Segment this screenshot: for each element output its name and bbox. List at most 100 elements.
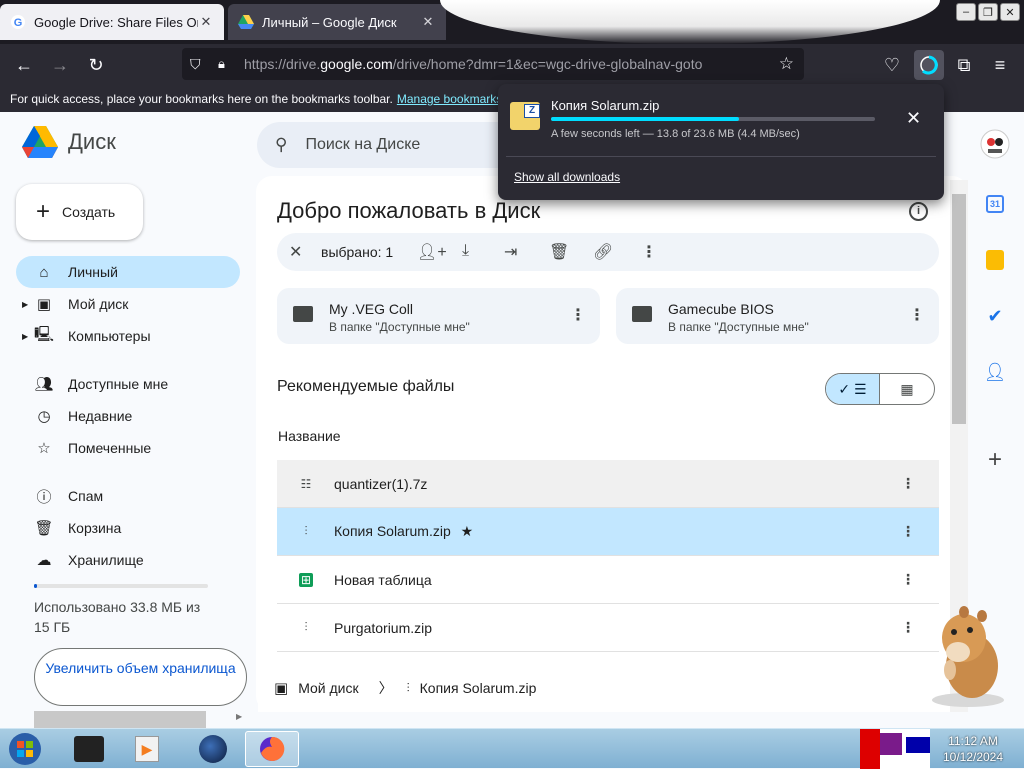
folder-card[interactable]: My .VEG Coll В папке "Доступные мне" ⋮	[277, 288, 600, 344]
search-input[interactable]: ⚲ Поиск на Диске	[257, 122, 507, 168]
url-bar[interactable]: ⛉ 🔒︎ https://drive.google.com/drive/home…	[182, 48, 804, 80]
table-row[interactable]: ⫶ Копия Solarum.zip ★ ⋮	[277, 508, 939, 556]
more-options-icon[interactable]: ⋮	[641, 242, 657, 262]
shared-folder-icon	[293, 306, 313, 322]
avatar[interactable]	[976, 129, 1014, 159]
add-app-icon[interactable]: +	[976, 446, 1014, 474]
tasks-icon[interactable]: ✔	[976, 302, 1014, 330]
sidebar-item-label: Компьютеры	[68, 328, 151, 344]
downloads-panel: Z Копия Solarum.zip A few seconds left —…	[498, 84, 944, 200]
drive-logo-icon	[22, 126, 58, 158]
storage-bar	[34, 584, 208, 588]
shared-folder-icon	[632, 306, 652, 322]
minimize-button[interactable]: –	[956, 3, 976, 21]
reload-icon[interactable]: ↻	[84, 53, 108, 77]
delete-icon[interactable]: 🗑︎	[549, 242, 569, 262]
tab-drive-personal[interactable]: Личный – Google Диск ✕	[228, 4, 446, 40]
sidebar-item-spam[interactable]: ⓘ Спам	[16, 480, 240, 512]
more-options-icon[interactable]: ⋮	[901, 619, 915, 636]
sidebar-item-label: Спам	[68, 488, 104, 504]
close-tab-icon[interactable]: ✕	[420, 14, 436, 30]
star-icon: ☆	[37, 440, 51, 457]
show-all-downloads-link[interactable]: Show all downloads	[514, 170, 620, 184]
sidebar-item-my-drive[interactable]: ▶ ▣ Мой диск	[16, 288, 240, 320]
view-toggle: ✓ ☰ ▦	[825, 373, 935, 405]
more-options-icon[interactable]: ⋮	[901, 523, 915, 540]
globe-icon[interactable]	[186, 731, 240, 767]
bookmark-star-icon[interactable]: ☆	[779, 54, 794, 74]
breadcrumb-file[interactable]: Копия Solarum.zip	[420, 680, 537, 696]
create-button[interactable]: + Создать	[16, 184, 143, 240]
media-player-icon[interactable]: ▶	[120, 731, 174, 767]
scroll-right-arrow-icon[interactable]: ▶	[236, 712, 242, 721]
sidebar-item-storage[interactable]: ☁︎ Хранилище	[16, 544, 240, 576]
close-window-button[interactable]: ✕	[1000, 3, 1020, 21]
sidebar-item-label: Хранилище	[68, 552, 144, 568]
table-row[interactable]: ☷ quantizer(1).7z ⋮	[277, 460, 939, 508]
expand-arrow-icon[interactable]: ▶	[22, 332, 28, 341]
tray-icon	[860, 729, 880, 769]
move-icon[interactable]: ⇥	[504, 242, 517, 262]
list-view-button[interactable]: ✓ ☰	[826, 374, 881, 404]
more-options-icon[interactable]: ⋮	[909, 305, 925, 325]
sidebar-item-trash[interactable]: 🗑︎ Корзина	[16, 512, 240, 544]
firefox-taskbar-icon[interactable]	[245, 731, 299, 767]
more-options-icon[interactable]: ⋮	[901, 475, 915, 492]
sidebar-item-label: Помеченные	[68, 440, 152, 456]
system-clock[interactable]: 11:12 AM 10/12/2024	[930, 733, 1016, 765]
start-button[interactable]	[0, 731, 50, 767]
maximize-button[interactable]: ❐	[978, 3, 998, 21]
selection-toolbar: ✕ выбрано: 1 👤︎+ ⤓ ⇥ 🗑︎ 🔗︎ ⋮	[277, 233, 939, 271]
folder-card[interactable]: Gamecube BIOS В папке "Доступные мне" ⋮	[616, 288, 939, 344]
tab-google-drive-share[interactable]: G Google Drive: Share Files Online ✕	[0, 4, 224, 40]
sidebar-item-starred[interactable]: ☆ Помеченные	[16, 432, 240, 464]
selected-count: выбрано: 1	[321, 244, 394, 260]
calendar-icon[interactable]: 31	[976, 190, 1014, 218]
scroll-thumb[interactable]	[952, 194, 966, 424]
extensions-icon[interactable]: ⧉	[952, 53, 976, 77]
link-icon[interactable]: 🔗︎	[593, 242, 613, 262]
zip-archive-icon: Z	[510, 102, 540, 130]
download-icon[interactable]: ⤓	[462, 242, 469, 260]
contacts-icon[interactable]: 👤︎	[976, 358, 1014, 386]
more-options-icon[interactable]: ⋮	[901, 571, 915, 588]
lock-icon[interactable]: 🔒︎	[218, 56, 225, 72]
share-icon[interactable]: 👤︎+	[417, 242, 447, 262]
sidebar-item-recent[interactable]: ◷ Недавние	[16, 400, 240, 432]
more-options-icon[interactable]: ⋮	[570, 305, 586, 325]
table-row[interactable]: ⫶ Purgatorium.zip ⋮	[277, 604, 939, 652]
file-name: Новая таблица	[334, 571, 432, 588]
taskbar-app-icon[interactable]	[62, 731, 116, 767]
table-row[interactable]: ⊞ Новая таблица ⋮	[277, 556, 939, 604]
expand-arrow-icon[interactable]: ▶	[22, 300, 28, 309]
sidebar-item-shared[interactable]: 👥︎ Доступные мне	[16, 368, 240, 400]
pocket-icon[interactable]: ♡	[880, 53, 904, 77]
manage-bookmarks-link[interactable]: Manage bookmarks...	[397, 92, 512, 106]
downloads-icon[interactable]	[914, 50, 944, 80]
upgrade-storage-button[interactable]: Увеличить объем хранилища	[34, 648, 247, 706]
download-progress-fill	[551, 117, 739, 121]
grid-view-button[interactable]: ▦	[880, 374, 934, 404]
info-icon[interactable]: i	[909, 202, 928, 221]
breadcrumb-root[interactable]: Мой диск	[298, 680, 358, 696]
menu-icon[interactable]: ≡	[988, 53, 1012, 77]
page-title: Добро пожаловать в Диск	[277, 198, 541, 223]
close-tab-icon[interactable]: ✕	[198, 14, 214, 30]
drive-logo[interactable]: Диск	[22, 126, 116, 158]
back-icon[interactable]: ←	[12, 53, 36, 77]
shield-icon[interactable]: ⛉	[190, 56, 201, 73]
google-icon: G	[11, 15, 25, 29]
sidebar-item-computers[interactable]: ▶ 🖳︎ Компьютеры	[16, 320, 240, 352]
column-header-name[interactable]: Название	[278, 428, 341, 444]
forward-icon[interactable]: →	[48, 53, 72, 77]
clear-selection-icon[interactable]: ✕	[289, 242, 302, 262]
zip-file-icon: ⫶	[304, 524, 308, 538]
download-file-name[interactable]: Копия Solarum.zip	[551, 98, 659, 113]
cancel-download-icon[interactable]: ✕	[906, 108, 921, 129]
sidebar-item-home[interactable]: ⌂ Личный	[16, 256, 240, 288]
horizontal-scrollbar[interactable]	[34, 711, 206, 728]
home-icon: ⌂	[39, 263, 49, 281]
download-progress-bar	[551, 117, 875, 121]
my-drive-icon: ▣	[36, 296, 52, 313]
keep-icon[interactable]	[976, 246, 1014, 274]
